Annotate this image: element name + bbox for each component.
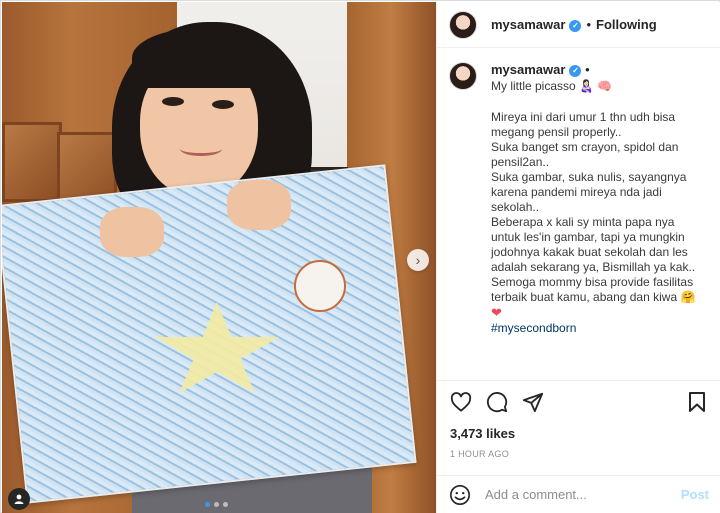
save-button[interactable] bbox=[685, 390, 709, 414]
likes-count[interactable]: 3,473 likes bbox=[450, 426, 515, 441]
header-username[interactable]: mysamawar ✓ bbox=[491, 17, 582, 32]
post-photo[interactable]: › bbox=[2, 2, 436, 513]
photo-child-bangs bbox=[132, 28, 272, 88]
add-comment-bar: Post bbox=[437, 475, 720, 513]
photo-child-eye bbox=[162, 97, 184, 106]
photo-drawing-figure bbox=[294, 260, 346, 312]
bookmark-icon bbox=[689, 391, 705, 412]
caption-line: Suka gambar, suka nulis, sayangnya karen… bbox=[491, 170, 687, 214]
comment-bubble-icon bbox=[486, 391, 508, 412]
comment-button[interactable] bbox=[485, 390, 509, 414]
verified-badge-icon: ✓ bbox=[569, 64, 582, 77]
caption-separator: • bbox=[585, 62, 590, 77]
post-side-panel: mysamawar ✓ • Following mysamawar ✓ • My l… bbox=[436, 2, 720, 513]
carousel-next-button[interactable]: › bbox=[407, 249, 429, 271]
tagged-user-button[interactable] bbox=[8, 488, 30, 510]
carousel-dot bbox=[214, 502, 219, 507]
hashtag-link[interactable]: #mysecondborn bbox=[491, 321, 707, 336]
caption-line: Mireya ini dari umur 1 thn udh bisa mega… bbox=[491, 110, 676, 139]
avatar[interactable] bbox=[449, 10, 477, 39]
comment-input[interactable] bbox=[485, 487, 681, 502]
post-timestamp[interactable]: 1 HOUR AGO bbox=[450, 449, 509, 459]
header-username-text[interactable]: mysamawar bbox=[491, 17, 565, 32]
like-button[interactable] bbox=[449, 390, 473, 414]
heart-emoji: ❤ bbox=[491, 305, 502, 320]
carousel-dot bbox=[205, 502, 210, 507]
following-button[interactable]: Following bbox=[596, 17, 657, 32]
carousel-dots bbox=[205, 502, 228, 507]
post-comment-button[interactable]: Post bbox=[681, 487, 709, 502]
action-bar bbox=[437, 380, 720, 422]
caption-line: Semoga mommy bisa provide fasilitas terb… bbox=[491, 275, 696, 304]
verified-badge-icon: ✓ bbox=[569, 19, 582, 32]
post-frame: › mysamawar ✓ • Following mysamawar ✓ • … bbox=[0, 0, 720, 513]
caption-line: Beberapa x kali sy minta papa nya untuk … bbox=[491, 215, 696, 274]
heart-outline-icon bbox=[450, 391, 472, 412]
carousel-dot bbox=[223, 502, 228, 507]
chevron-right-icon: › bbox=[415, 252, 421, 268]
emoji-icon[interactable] bbox=[449, 484, 471, 506]
caption-line: Suka banget sm crayon, spidol dan pensil… bbox=[491, 140, 679, 169]
photo-child-hand bbox=[100, 207, 164, 257]
caption-text: mysamawar ✓ • My little picasso 👩🏻‍🍼 🧠 Mi… bbox=[491, 62, 707, 372]
comments-section: mysamawar ✓ • My little picasso 👩🏻‍🍼 🧠 Mi… bbox=[437, 48, 720, 372]
door-panel bbox=[2, 122, 62, 202]
user-icon bbox=[14, 494, 24, 504]
photo-child-eye bbox=[212, 100, 234, 109]
caption-header: mysamawar ✓ • bbox=[491, 62, 707, 77]
photo-child-hand bbox=[227, 180, 291, 230]
paper-plane-icon bbox=[522, 392, 544, 412]
caption-avatar[interactable] bbox=[449, 62, 477, 90]
header-separator: • bbox=[586, 17, 592, 32]
caption-username[interactable]: mysamawar bbox=[491, 62, 565, 77]
caption-line: My little picasso 👩🏻‍🍼 🧠 bbox=[491, 79, 613, 93]
post-header: mysamawar ✓ • Following bbox=[437, 2, 720, 48]
share-button[interactable] bbox=[521, 390, 545, 414]
photo-child-mouth bbox=[180, 142, 222, 156]
